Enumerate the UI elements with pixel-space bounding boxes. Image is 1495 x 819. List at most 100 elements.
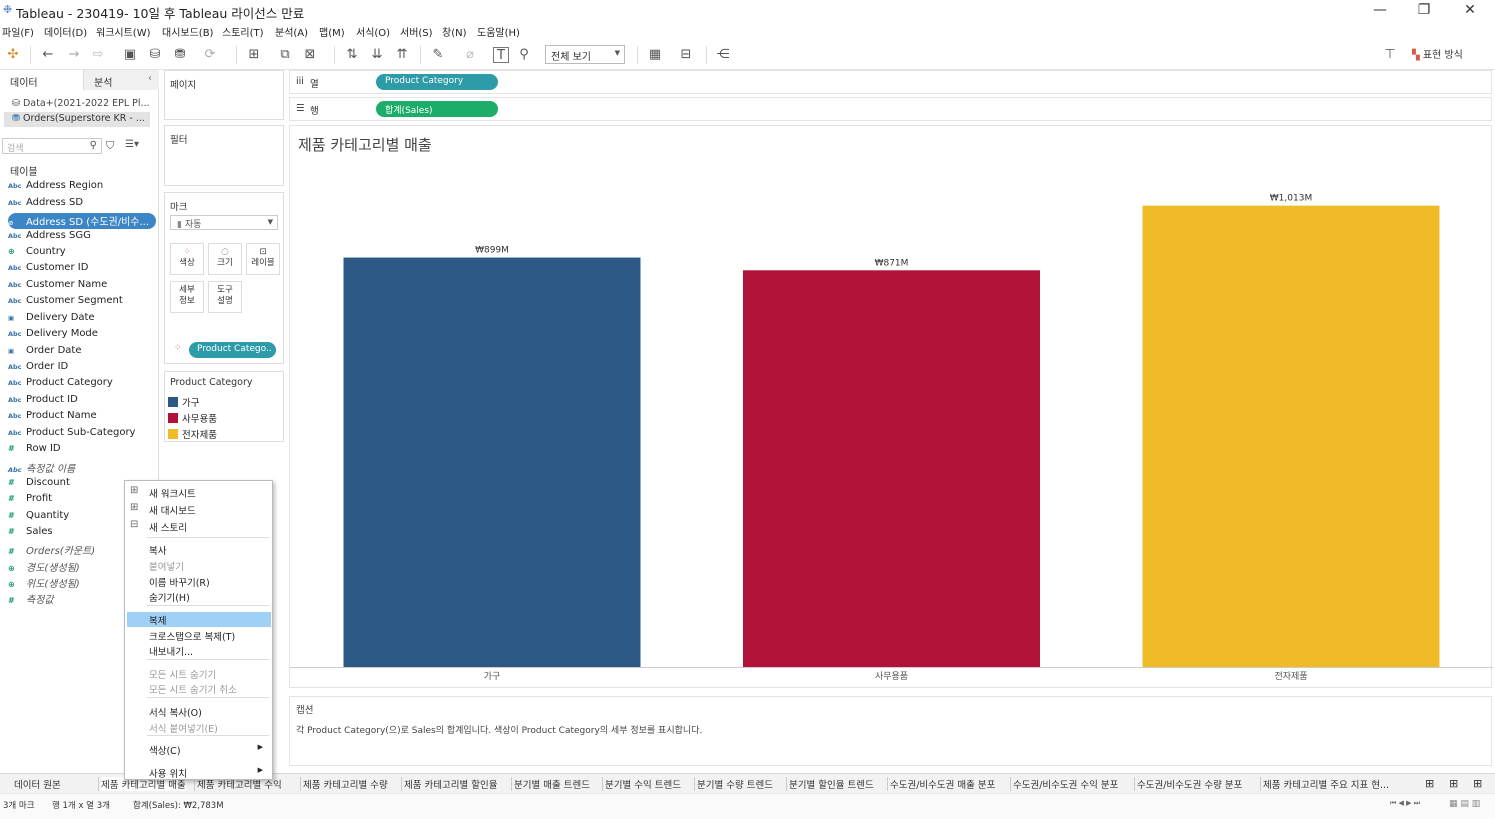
duplicate-sheet-icon[interactable]: ⧉ xyxy=(277,47,293,63)
field-item[interactable]: ▣ Order Date xyxy=(8,345,82,361)
mark-color-pill[interactable]: Product Catego.. xyxy=(189,342,276,358)
field-item[interactable]: Abc Order ID xyxy=(8,361,68,377)
tableau-icon[interactable]: ✣ xyxy=(5,47,21,63)
columns-pill[interactable]: Product Category xyxy=(376,74,498,90)
context-menu-item[interactable]: 내보내기... xyxy=(127,643,271,658)
field-item[interactable]: Abc Customer Segment xyxy=(8,295,123,311)
new-dashboard-icon[interactable]: ⊞ xyxy=(1449,777,1458,790)
context-menu-item[interactable]: 사용 위치 ▶ xyxy=(127,765,271,780)
context-menu-item[interactable]: 복제 xyxy=(127,612,271,627)
field-item[interactable]: Abc Address Region xyxy=(8,180,103,196)
new-worksheet-icon[interactable]: ⊞ xyxy=(1425,777,1434,790)
field-item[interactable]: ▣ Delivery Date xyxy=(8,312,95,328)
context-menu-item[interactable]: 색상(C) ▶ xyxy=(127,742,271,757)
field-item[interactable]: Abc Product Sub-Category xyxy=(8,427,135,443)
context-menu-item[interactable]: 복사 xyxy=(127,542,271,557)
menu-item[interactable]: 스토리(T) xyxy=(222,24,264,39)
show-me-button[interactable]: ▚ 표현 방식 xyxy=(1412,46,1463,61)
detail-button[interactable]: 세부 정보 xyxy=(170,281,204,313)
field-item[interactable]: Abc Product ID xyxy=(8,394,78,410)
sheet-tab[interactable]: 분기별 수익 트렌드 xyxy=(605,777,681,791)
legend-item[interactable]: 전자제품 xyxy=(168,427,217,441)
context-menu-item[interactable]: 모든 시트 숨기기 xyxy=(127,666,271,681)
field-item[interactable]: # Quantity xyxy=(8,510,69,526)
field-item[interactable]: # Row ID xyxy=(8,443,61,459)
label-button[interactable]: ⊡ 레이블 xyxy=(246,243,280,275)
new-datasource-icon[interactable]: ⛁ xyxy=(147,47,163,63)
field-item[interactable]: Abc Customer ID xyxy=(8,262,88,278)
save-icon[interactable]: ▣ xyxy=(122,47,138,63)
show-cards-icon[interactable]: ▦ xyxy=(647,47,663,63)
sort-asc-icon[interactable]: ⇊ xyxy=(369,47,385,63)
field-item[interactable]: Abc Product Name xyxy=(8,410,97,426)
field-item[interactable]: Abc Address SGG xyxy=(8,230,91,246)
swap-icon[interactable]: ⇅ xyxy=(344,47,360,63)
context-menu-item[interactable]: 붙여넣기 xyxy=(127,558,271,573)
view-options-icon[interactable]: ☰▾ xyxy=(125,139,139,150)
minimize-icon[interactable]: — xyxy=(1370,2,1390,18)
tab-datasource[interactable]: 데이터 원본 xyxy=(2,777,61,791)
field-item[interactable]: # Sales xyxy=(8,526,53,542)
field-item[interactable]: Abc Address SD xyxy=(8,197,83,213)
new-story-icon[interactable]: ⊞ xyxy=(1473,777,1482,790)
size-button[interactable]: ◌ 크기 xyxy=(208,243,242,275)
filters-shelf[interactable]: 필터 xyxy=(164,125,284,186)
field-item[interactable]: # Orders(카운트) xyxy=(8,542,95,558)
field-item[interactable]: ⊕ 위도(생성됨) xyxy=(8,575,80,591)
bar-사무용품[interactable] xyxy=(743,270,1040,667)
context-menu-item[interactable]: ⊞ 새 대시보드 xyxy=(127,502,271,517)
menu-item[interactable]: 도움말(H) xyxy=(477,24,520,39)
close-icon[interactable]: ✕ xyxy=(1460,2,1480,18)
context-menu-item[interactable]: 서식 붙여넣기(E) xyxy=(127,720,271,735)
pause-updates-icon[interactable]: ⛃ xyxy=(172,47,188,63)
bar-전자제품[interactable] xyxy=(1142,205,1440,667)
filter-icon[interactable]: ⛉ xyxy=(106,139,114,153)
legend-item[interactable]: 가구 xyxy=(168,395,199,409)
menu-item[interactable]: 창(N) xyxy=(442,24,466,39)
sheet-tab[interactable]: 제품 카테고리별 할인율 xyxy=(404,777,497,791)
menu-item[interactable]: 파일(F) xyxy=(2,24,34,39)
highlight-icon[interactable]: ✎ xyxy=(430,47,446,63)
field-item[interactable]: ⊕ Country xyxy=(8,246,66,262)
show-labels-icon[interactable]: T xyxy=(493,47,509,63)
sheet-tab[interactable]: 분기별 수량 트렌드 xyxy=(697,777,773,791)
field-item[interactable]: Abc Customer Name xyxy=(8,279,107,295)
bar-가구[interactable] xyxy=(343,257,641,667)
rows-shelf[interactable]: ☰ 행 합계(Sales) xyxy=(289,97,1492,121)
sheet-tab[interactable]: 분기별 할인율 트렌드 xyxy=(789,777,874,791)
sheet-tab[interactable]: 분기별 매출 트렌드 xyxy=(514,777,590,791)
tab-analysis[interactable]: 분석 ‹ xyxy=(83,70,159,90)
search-input[interactable]: 검색 ⚲ xyxy=(2,138,102,154)
new-worksheet-icon[interactable]: ⊞ xyxy=(246,47,262,63)
refresh-icon[interactable]: ⟳ xyxy=(202,47,218,63)
pages-shelf[interactable]: 페이지 xyxy=(164,70,284,120)
sheet-tab[interactable]: 수도권/비수도권 매출 분포 xyxy=(890,777,995,791)
legend-item[interactable]: 사무용품 xyxy=(168,411,217,425)
field-item[interactable]: Abc 측정값 이름 xyxy=(8,460,75,476)
presentation-icon[interactable]: ⊟ xyxy=(678,47,694,63)
sheet-nav-icon[interactable]: ⏮ ◀ ▶ ⏭ xyxy=(1390,799,1420,808)
field-item[interactable]: Abc Product Category xyxy=(8,377,113,393)
fix-axes-icon[interactable]: ⚲ xyxy=(516,47,532,63)
sort-desc-icon[interactable]: ⇈ xyxy=(394,47,410,63)
field-item[interactable]: ⊘ Address SD (수도권/비수... xyxy=(8,213,156,229)
redo-icon[interactable]: → xyxy=(66,47,82,63)
context-menu-item[interactable]: ⊞ 새 워크시트 xyxy=(127,485,271,500)
clear-sheet-icon[interactable]: ⊠ xyxy=(302,47,318,63)
context-menu-item[interactable]: 서식 복사(O) xyxy=(127,704,271,719)
pin-icon[interactable]: ⊤ xyxy=(1382,47,1398,63)
menu-item[interactable]: 서버(S) xyxy=(400,24,433,39)
menu-item[interactable]: 워크시트(W) xyxy=(96,24,151,39)
menu-item[interactable]: 데이터(D) xyxy=(44,24,87,39)
rows-pill[interactable]: 합계(Sales) xyxy=(376,101,498,117)
menu-item[interactable]: 대시보드(B) xyxy=(162,24,213,39)
field-item[interactable]: # 측정값 xyxy=(8,591,54,607)
context-menu-item[interactable]: 이름 바꾸기(R) xyxy=(127,574,271,589)
sheet-tab[interactable]: 제품 카테고리별 수량 xyxy=(303,777,388,791)
field-item[interactable]: Abc Delivery Mode xyxy=(8,328,98,344)
group-icon[interactable]: ⌀ xyxy=(462,47,478,63)
tab-data[interactable]: 데이터 xyxy=(0,70,83,90)
sheet-tab[interactable]: 제품 카테고리별 주요 지표 현... xyxy=(1263,777,1389,791)
columns-shelf[interactable]: iii 열 Product Category xyxy=(289,70,1492,94)
field-item[interactable]: # Discount xyxy=(8,477,70,493)
